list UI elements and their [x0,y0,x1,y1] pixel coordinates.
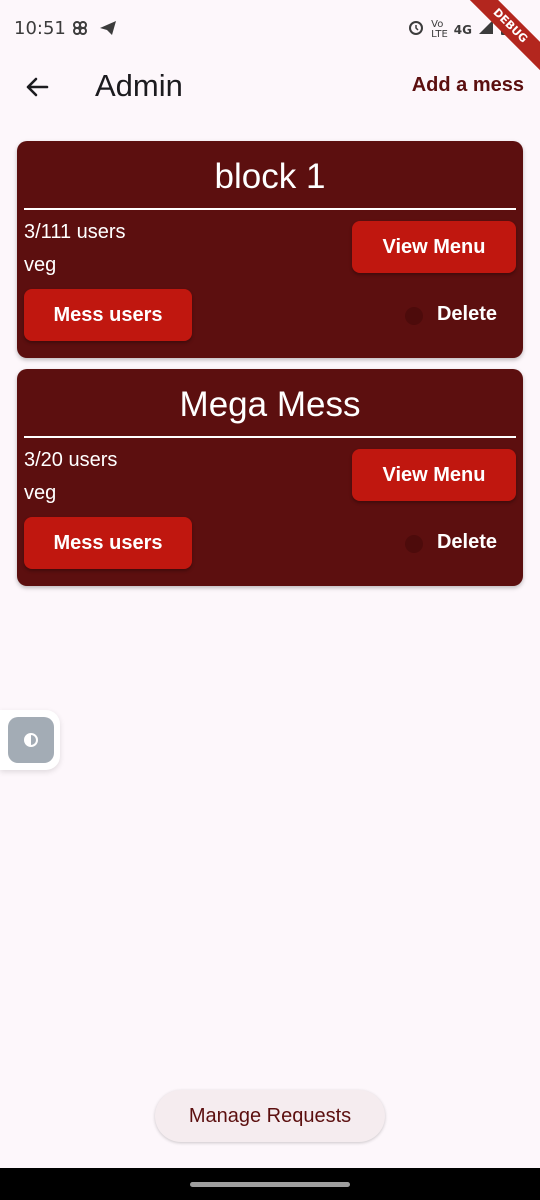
app-bar: Admin Add a mess [0,58,540,116]
mess-card: block 1 3/111 users veg View Menu Mess u… [17,141,523,358]
volte-label-top: Vo [431,18,444,30]
delete-button[interactable]: Delete [437,303,497,326]
home-indicator[interactable] [190,1182,350,1187]
status-time: 10:51 [14,18,66,39]
arrow-back-icon [26,77,49,97]
back-button[interactable] [20,70,54,104]
theme-toggle-button[interactable] [8,717,54,763]
view-menu-button[interactable]: View Menu [352,221,516,273]
delete-button[interactable]: Delete [437,531,497,554]
mess-user-count: 3/111 users [24,221,126,243]
page-title: Admin [95,68,183,103]
system-nav-bar [0,1168,540,1200]
view-menu-button[interactable]: View Menu [352,449,516,501]
mess-users-button[interactable]: Mess users [24,289,192,341]
volte-label-bottom: LTE [431,28,448,40]
mess-name: Mega Mess [179,385,361,424]
mess-card: Mega Mess 3/20 users veg View Menu Mess … [17,369,523,586]
mess-user-count: 3/20 users [24,449,118,471]
card-divider [24,436,516,438]
mess-users-button[interactable]: Mess users [24,517,192,569]
manage-requests-button[interactable]: Manage Requests [155,1090,385,1142]
mess-name: block 1 [214,157,326,196]
volte-icon: Vo LTE [431,18,448,40]
card-divider [24,208,516,210]
mess-type: veg [24,254,57,276]
alarm-icon [407,18,425,41]
mess-type: veg [24,482,57,504]
status-bar: 10:51 Vo LTE 4G DEBUG [0,0,540,76]
add-mess-button[interactable]: Add a mess [412,74,524,97]
delete-checkbox[interactable] [405,307,423,325]
telegram-icon [98,18,118,43]
contrast-icon [24,733,38,747]
theme-toggle-container [0,710,60,770]
slack-icon [70,18,90,43]
network-label: 4G [453,22,472,37]
delete-checkbox[interactable] [405,535,423,553]
